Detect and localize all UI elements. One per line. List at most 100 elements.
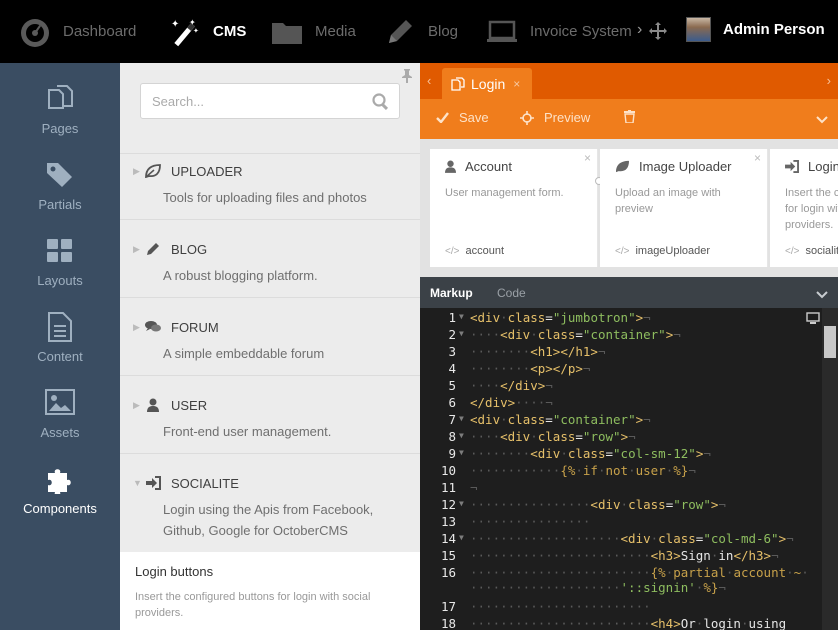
card-title-text: Image Uploader	[639, 159, 732, 174]
card-description: Upload an image with preview	[615, 187, 721, 215]
group-description: Front-end user management.	[163, 424, 332, 439]
puzzle-icon	[44, 463, 76, 495]
card-alias-text: account	[465, 245, 504, 257]
save-button[interactable]: Save	[436, 110, 489, 125]
crosshair-icon	[520, 110, 534, 125]
component-group-socialite[interactable]: ▼ SOCIALITE Login using the Apis from Fa…	[120, 453, 420, 552]
group-header[interactable]: ▶ USER	[133, 397, 207, 413]
sidebar-item-label: Content	[37, 349, 83, 364]
component-title: Login buttons	[135, 564, 214, 579]
tab-login[interactable]: Login ×	[442, 68, 532, 99]
component-group-uploader[interactable]: ▶ UPLOADER Tools for uploading files and…	[120, 153, 420, 219]
components-panel: ▶ UPLOADER Tools for uploading files and…	[120, 63, 420, 630]
image-icon	[44, 387, 76, 419]
component-group-user[interactable]: ▶ USER Front-end user management.	[120, 375, 420, 453]
delete-button[interactable]	[624, 110, 645, 123]
svg-text:✦: ✦	[171, 19, 179, 30]
nav-blog-label: Blog	[428, 23, 459, 40]
group-header[interactable]: ▼ SOCIALITE	[133, 475, 239, 491]
group-header[interactable]: ▶ FORUM	[133, 319, 219, 335]
code-line: 2 ▼ ····<div·class="container">¬	[448, 327, 681, 342]
nav-media[interactable]: Media	[271, 0, 356, 63]
sidebar-item-label: Layouts	[37, 273, 83, 288]
component-description: Insert the configured buttons for login …	[135, 591, 371, 619]
card-alias: </> account	[445, 245, 504, 257]
pencil-icon	[145, 241, 161, 257]
card-remove-icon[interactable]: ×	[584, 151, 591, 165]
group-header[interactable]: ▶ BLOG	[133, 241, 207, 257]
leaf-icon	[145, 163, 161, 179]
expand-caret-icon: ▼	[133, 478, 142, 488]
sidebar-item-assets[interactable]: Assets	[0, 367, 120, 443]
editor-collapse-chevron-icon[interactable]	[816, 286, 828, 304]
code-line: 13 ················	[440, 514, 591, 529]
code-icon: </>	[445, 245, 460, 257]
code-line: 11 ¬	[440, 480, 478, 495]
group-description: A robust blogging platform.	[163, 268, 318, 283]
component-card-login-buttons[interactable]: Login buttons Insert the configured butt…	[770, 149, 838, 267]
user-menu[interactable]: Admin Person	[686, 17, 825, 42]
save-label: Save	[459, 110, 489, 125]
card-description: User management form.	[445, 187, 564, 199]
sidebar-item-partials[interactable]: Partials	[0, 139, 120, 215]
tab-close-icon[interactable]: ×	[513, 77, 520, 91]
sidebar-item-components[interactable]: Components	[0, 443, 120, 519]
scrollbar-thumb[interactable]	[824, 326, 836, 358]
nav-dashboard[interactable]: Dashboard	[19, 0, 136, 63]
component-card-account[interactable]: Account User management form. </> accoun…	[430, 149, 598, 267]
pin-icon[interactable]	[402, 69, 412, 88]
sidebar-item-pages[interactable]: Pages	[0, 63, 120, 139]
comments-icon	[145, 319, 161, 335]
component-item-login-buttons[interactable]: Login buttons Insert the configured butt…	[120, 552, 420, 630]
component-card-image-uploader[interactable]: Image Uploader Upload an image with prev…	[600, 149, 768, 267]
code-line: 8 ▼ ····<div·class="row">¬	[448, 429, 636, 444]
search-icon[interactable]	[372, 93, 389, 115]
sidebar-item-content[interactable]: Content	[0, 291, 120, 367]
code-editor[interactable]: 1 ▼ <div·class="jumbotron">¬ 2 ▼ ····<div·cl…	[420, 308, 838, 630]
code-line: 17 ························	[440, 599, 651, 614]
code-line: 6 </div>····¬	[448, 395, 553, 410]
top-navigation: Dashboard ✦ ✦ ✦ CMS Media Blog Invoice Sys…	[0, 0, 838, 63]
nav-cms-label: CMS	[213, 23, 247, 40]
nav-invoice-system[interactable]: Invoice System	[486, 0, 634, 63]
fullscreen-icon[interactable]	[806, 312, 820, 327]
code-icon: </>	[785, 245, 800, 257]
tab-scroll-left-icon[interactable]: ‹	[427, 73, 431, 88]
tab-markup[interactable]: Markup	[430, 286, 473, 300]
code-line: 3 ········<h1></h1>¬	[448, 344, 606, 359]
dashboard-gauge-icon	[19, 16, 51, 48]
sidebar-item-layouts[interactable]: Layouts	[0, 215, 120, 291]
component-group-blog[interactable]: ▶ BLOG A robust blogging platform.	[120, 219, 420, 297]
card-remove-icon[interactable]: ×	[754, 151, 761, 165]
editor-area: ‹ Login × › Save Preview Account User ma…	[420, 63, 838, 630]
group-header[interactable]: ▶ UPLOADER	[133, 163, 243, 179]
document-tabbar: ‹ Login × ›	[420, 63, 838, 99]
code-line: 15 ························<h3>Sign·in</h…	[440, 548, 779, 563]
editor-mode-tabs: Markup Code	[420, 277, 838, 308]
move-arrows-icon[interactable]	[648, 21, 668, 46]
component-group-forum[interactable]: ▶ FORUM A simple embeddable forum	[120, 297, 420, 375]
layouts-grid-icon	[44, 235, 76, 267]
card-alias: </> socialite	[785, 245, 838, 257]
nav-cms[interactable]: ✦ ✦ ✦ CMS	[169, 0, 246, 63]
folder-icon	[271, 16, 303, 48]
sign-in-icon	[145, 475, 161, 491]
nav-blog[interactable]: Blog	[384, 0, 458, 63]
card-alias-text: imageUploader	[635, 245, 711, 257]
nav-media-label: Media	[315, 23, 356, 40]
toolbar-collapse-chevron-icon[interactable]	[816, 111, 828, 129]
code-scrollbar[interactable]	[822, 308, 838, 630]
nav-overflow-chevron[interactable]: ›	[637, 21, 642, 39]
tab-scroll-right-icon[interactable]: ›	[827, 73, 831, 88]
tab-code[interactable]: Code	[497, 286, 526, 300]
search-input[interactable]	[141, 84, 361, 118]
nav-invoice-label: Invoice System	[530, 23, 632, 40]
trash-icon	[624, 110, 635, 123]
card-alias: </> imageUploader	[615, 245, 710, 257]
code-line: 14 ▼ ····················<div·class="col-m…	[440, 531, 794, 546]
editor-toolbar: Save Preview	[420, 99, 838, 139]
preview-button[interactable]: Preview	[520, 110, 590, 125]
group-title: USER	[171, 397, 208, 413]
search-box	[140, 83, 400, 119]
user-name: Admin Person	[723, 21, 825, 38]
